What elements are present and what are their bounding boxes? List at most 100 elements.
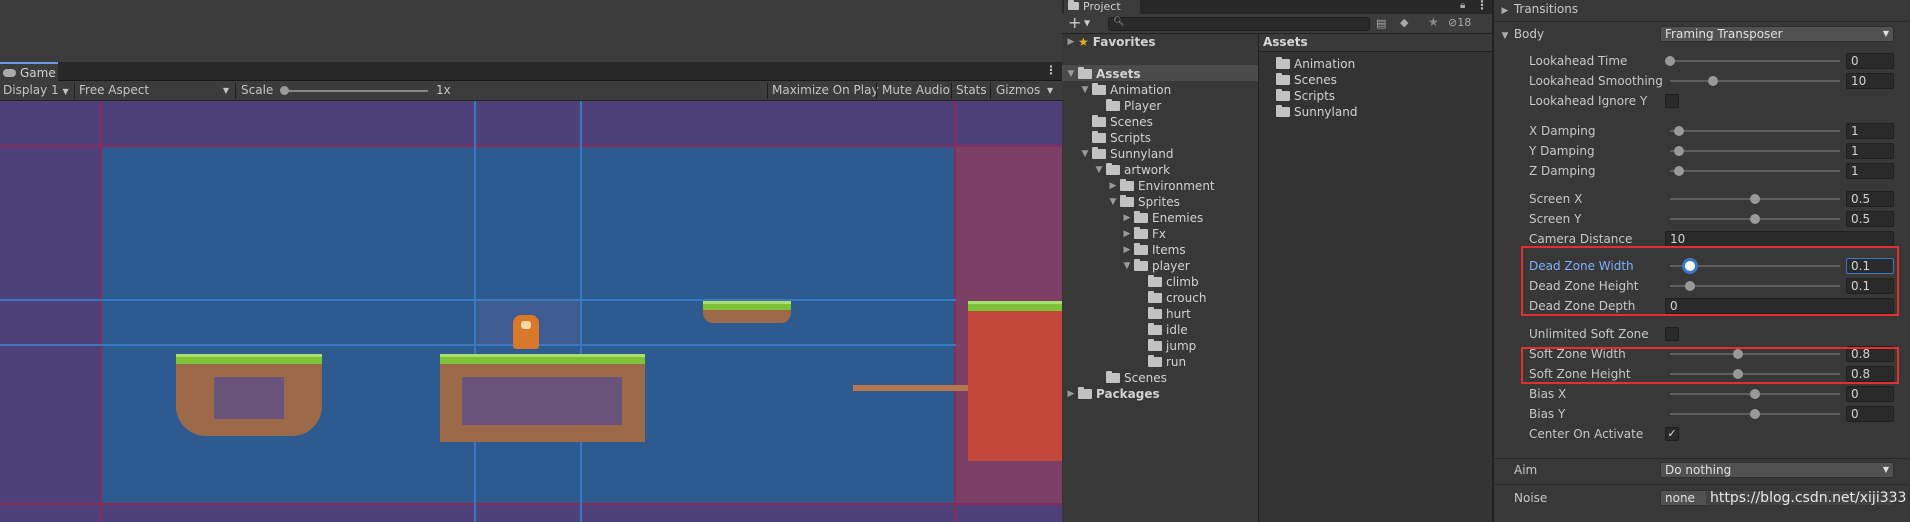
tree-item[interactable]: ▼ player — [1122, 258, 1190, 274]
unlimited-soft-zone-checkbox[interactable] — [1665, 327, 1679, 341]
tree-item[interactable]: ▶ Fx — [1122, 226, 1166, 242]
chevron-right-icon[interactable]: ▶ — [1122, 242, 1132, 258]
tree-item[interactable]: ▼ Animation — [1080, 82, 1171, 98]
chevron-right-icon[interactable]: ▶ — [1122, 226, 1132, 242]
asset-item[interactable]: Scripts — [1276, 88, 1335, 104]
bias-x-field[interactable]: 0 — [1846, 386, 1894, 402]
y-damping-field[interactable]: 1 — [1846, 143, 1894, 159]
aspect-dropdown[interactable]: Free Aspect ▼ — [76, 81, 233, 101]
asset-item[interactable]: Animation — [1276, 56, 1355, 72]
x-damping-field[interactable]: 1 — [1846, 123, 1894, 139]
more-options-icon[interactable]: ⋮ — [1044, 63, 1058, 79]
chevron-down-icon[interactable]: ▼ — [1080, 82, 1090, 98]
screen-y-slider-handle[interactable] — [1750, 214, 1760, 224]
tree-item[interactable]: hurt — [1136, 306, 1191, 322]
gizmos-chevron-icon[interactable]: ▼ — [1044, 81, 1056, 101]
tree-item[interactable]: ▶ Enemies — [1122, 210, 1203, 226]
favorites-label: Favorites — [1092, 35, 1156, 49]
folder-icon — [1120, 179, 1134, 191]
tree-item[interactable]: ▶ Packages — [1066, 386, 1160, 402]
bias-y-field[interactable]: 0 — [1846, 406, 1894, 422]
tree-item[interactable]: Scenes — [1080, 114, 1153, 130]
tree-item[interactable]: ▼ Sprites — [1108, 194, 1180, 210]
maximize-on-play-toggle[interactable]: Maximize On Play — [769, 81, 882, 101]
tree-item[interactable]: climb — [1136, 274, 1199, 290]
screen-x-slider-handle[interactable] — [1750, 194, 1760, 204]
display-dropdown[interactable]: Display 1 ▼ — [0, 81, 72, 101]
lookahead-time-slider-track[interactable] — [1670, 60, 1840, 62]
chevron-down-icon[interactable]: ▼ — [1066, 66, 1076, 82]
tree-item[interactable]: ▼ Assets — [1066, 66, 1141, 82]
transitions-foldout[interactable]: ▶ Transitions — [1500, 0, 1579, 18]
lookahead-ignore-y-checkbox[interactable] — [1665, 94, 1679, 108]
gizmos-toggle[interactable]: Gizmos — [993, 81, 1043, 101]
lock-icon[interactable]: 🔒︎ — [1460, 0, 1465, 11]
chevron-down-icon[interactable]: ▼ — [1094, 162, 1104, 178]
tree-item[interactable]: ▶ Environment — [1108, 178, 1215, 194]
lookahead-time-label: Lookahead Time — [1529, 54, 1628, 68]
favorite-star-icon[interactable]: ★ — [1428, 15, 1442, 29]
tree-item-label: crouch — [1166, 291, 1207, 305]
more-options-icon[interactable]: ⋮ — [1476, 0, 1488, 12]
y-damping-slider-track[interactable] — [1670, 150, 1840, 152]
tree-item-label: Animation — [1110, 83, 1172, 97]
body-foldout[interactable]: ▼ Body — [1500, 25, 1545, 43]
tree-item[interactable]: Player — [1094, 98, 1161, 114]
asset-item[interactable]: Scenes — [1276, 72, 1337, 88]
search-by-label-icon[interactable]: ◆ — [1400, 16, 1414, 29]
lookahead-smoothing-slider-handle[interactable] — [1707, 76, 1718, 86]
project-tab[interactable]: Project — [1064, 0, 1140, 14]
scale-slider-handle[interactable] — [280, 86, 289, 95]
x-damping-slider-handle[interactable] — [1673, 126, 1684, 136]
project-search-input[interactable]: 🔍︎ — [1108, 17, 1370, 31]
chevron-right-icon[interactable]: ▶ — [1108, 178, 1118, 194]
tree-item[interactable]: run — [1136, 354, 1186, 370]
game-tab[interactable]: Game — [0, 62, 58, 81]
body-dropdown[interactable]: Framing Transposer ▼ — [1660, 26, 1894, 42]
game-viewport[interactable] — [0, 101, 1062, 522]
tree-item[interactable]: crouch — [1136, 290, 1206, 306]
scale-slider-track[interactable] — [283, 90, 428, 92]
bias-x-slider-handle[interactable] — [1750, 389, 1760, 399]
z-damping-field[interactable]: 1 — [1846, 163, 1894, 179]
noise-label: Noise — [1514, 491, 1548, 505]
camera-distance-field[interactable]: 10 — [1665, 231, 1894, 247]
chevron-right-icon[interactable]: ▶ — [1122, 210, 1132, 226]
folder-icon — [1092, 115, 1106, 127]
tree-item[interactable]: Scripts — [1080, 130, 1151, 146]
aim-dropdown[interactable]: Do nothing ▼ — [1660, 462, 1894, 478]
chevron-down-icon[interactable]: ▼ — [1080, 146, 1090, 162]
lookahead-time-field[interactable]: 0 — [1846, 53, 1894, 69]
chevron-down-icon[interactable]: ▼ — [1108, 194, 1118, 210]
x-damping-slider-track[interactable] — [1670, 130, 1840, 132]
tree-item-label: Scripts — [1110, 131, 1152, 145]
z-damping-slider-track[interactable] — [1670, 170, 1840, 172]
z-damping-label: Z Damping — [1529, 164, 1596, 178]
create-button[interactable]: + ▼ — [1068, 15, 1090, 32]
stats-toggle[interactable]: Stats — [953, 81, 990, 101]
tree-item[interactable]: idle — [1136, 322, 1188, 338]
y-damping-slider-handle[interactable] — [1673, 146, 1684, 156]
tree-item[interactable]: ▶ Items — [1122, 242, 1186, 258]
tree-item[interactable]: Scenes — [1094, 370, 1167, 386]
favorites-row[interactable]: ▶ ★ Favorites — [1066, 34, 1156, 50]
screen-y-field[interactable]: 0.5 — [1846, 211, 1894, 227]
hidden-packages-toggle[interactable]: ⊘18 — [1448, 16, 1471, 29]
tree-item[interactable]: jump — [1136, 338, 1196, 354]
chevron-right-icon[interactable]: ▶ — [1066, 386, 1076, 402]
lookahead-smoothing-field[interactable]: 10 — [1846, 73, 1894, 89]
screen-x-field[interactable]: 0.5 — [1846, 191, 1894, 207]
lookahead-time-slider-handle[interactable] — [1665, 56, 1675, 66]
asset-item[interactable]: Sunnyland — [1276, 104, 1357, 120]
mute-audio-toggle[interactable]: Mute Audio — [879, 81, 953, 101]
tree-item[interactable]: ▼ artwork — [1094, 162, 1170, 178]
center-on-activate-checkbox[interactable]: ✓ — [1665, 427, 1679, 441]
grass-top — [703, 301, 791, 310]
chevron-down-icon[interactable]: ▼ — [1122, 258, 1132, 274]
folder-icon — [1106, 371, 1120, 383]
tree-item[interactable]: ▼ Sunnyland — [1080, 146, 1173, 162]
z-damping-slider-handle[interactable] — [1673, 166, 1684, 176]
bias-y-slider-handle[interactable] — [1750, 409, 1760, 419]
search-by-type-icon[interactable]: ▤ — [1376, 17, 1390, 30]
lookahead-smoothing-slider-track[interactable] — [1670, 80, 1840, 82]
